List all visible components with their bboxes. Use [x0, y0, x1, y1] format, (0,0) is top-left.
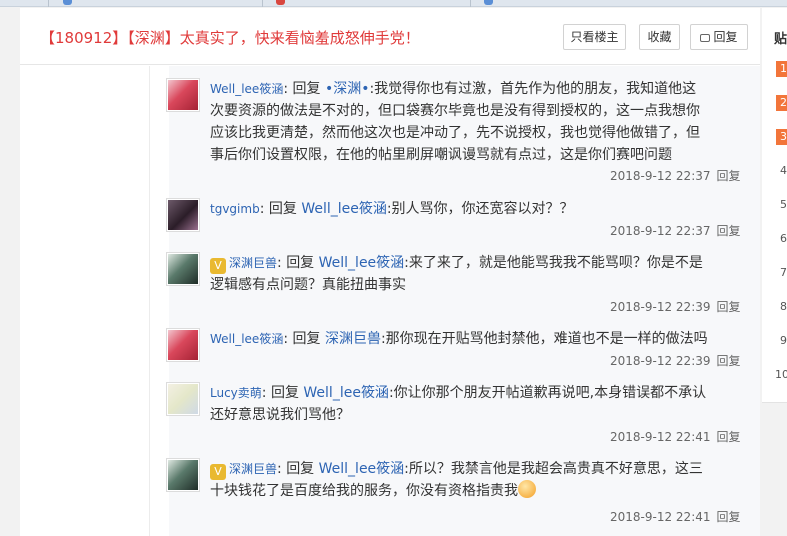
- reply-time: 2018-9-12 22:37: [610, 224, 711, 238]
- reply-link[interactable]: 回复: [717, 510, 741, 524]
- thread-title: 【180912】【深渊】太真实了，快来看恼羞成怒伸手党！: [40, 29, 420, 47]
- reply-username[interactable]: Well_lee筱涵: [210, 332, 283, 346]
- hot-posts-sidebar: 贴 1 2 3 4 5 6 7 8 9 10: [762, 8, 787, 403]
- tab-separator: [470, 0, 471, 7]
- reply-content: Lucy卖萌: 回复 Well_lee筱涵:你让你那个朋友开帖道歉再说吧,本身错…: [210, 382, 710, 426]
- reply-text: :来了来了，就是他能骂我我不能骂呗？你是不是逻辑感有点问题？真能扭曲事实: [210, 255, 703, 293]
- author-column: [20, 66, 150, 536]
- reply-word: 回复: [286, 255, 315, 271]
- reply-target-user[interactable]: Well_lee筱涵: [319, 255, 405, 271]
- reply-username[interactable]: 深渊巨兽: [229, 462, 277, 476]
- reply-time: 2018-9-12 22:39: [610, 300, 711, 314]
- reply-target-user[interactable]: Well_lee筱涵: [303, 385, 389, 401]
- avatar[interactable]: [166, 328, 200, 362]
- name-separator: :: [261, 385, 267, 401]
- reply-text: :所以？我禁言他是我超会高贵真不好意思，这三十块钱花了是百度给我的服务，你没有资…: [210, 461, 703, 499]
- thread-header: 【180912】【深渊】太真实了，快来看恼羞成怒伸手党！ 只看楼主 收藏 回复: [20, 8, 760, 65]
- reply-word: 回复: [292, 81, 321, 97]
- reply-time: 2018-9-12 22:41: [610, 430, 711, 444]
- reply-text: :别人骂你，你还宽容以对？？: [386, 201, 574, 217]
- reply-button-label: 回复: [713, 30, 738, 44]
- reply-button[interactable]: 回复: [690, 24, 748, 50]
- rank-number: 3: [776, 129, 787, 145]
- reply-username[interactable]: Lucy卖萌: [210, 386, 262, 400]
- avatar[interactable]: [166, 382, 200, 416]
- rank-number: 2: [776, 95, 787, 111]
- reply-content: V 深渊巨兽: 回复 Well_lee筱涵:所以？我禁言他是我超会高贵真不好意思，…: [210, 458, 710, 502]
- browser-tab-strip: [0, 0, 787, 7]
- tab-favicon-icon[interactable]: [63, 0, 72, 5]
- reply-link[interactable]: 回复: [717, 430, 741, 444]
- reply-meta: 2018-9-12 22:37 回复: [610, 167, 741, 184]
- name-separator: :: [283, 331, 289, 347]
- reply-username[interactable]: Well_lee筱涵: [210, 82, 283, 96]
- vip-badge-icon: V: [210, 464, 226, 480]
- name-separator: :: [277, 255, 282, 271]
- reply-word: 回复: [292, 331, 321, 347]
- rank-number: 7: [780, 266, 787, 279]
- avatar[interactable]: [166, 458, 200, 492]
- reply-content: tgvgimb: 回复 Well_lee筱涵:别人骂你，你还宽容以对？？: [210, 198, 710, 220]
- reply-link[interactable]: 回复: [717, 169, 741, 183]
- rank-number: 1: [776, 61, 787, 77]
- reply-meta: 2018-9-12 22:41 回复: [610, 428, 741, 445]
- vip-badge-icon: V: [210, 258, 226, 274]
- reply-link[interactable]: 回复: [717, 300, 741, 314]
- reply-content: Well_lee筱涵: 回复 深渊巨兽:那你现在开贴骂他封禁他，难道也不是一样的…: [210, 328, 710, 350]
- name-separator: :: [277, 461, 282, 477]
- rank-number: 6: [780, 232, 787, 245]
- rank-number: 9: [780, 334, 787, 347]
- reply-time: 2018-9-12 22:41: [610, 510, 711, 524]
- reply-content: V 深渊巨兽: 回复 Well_lee筱涵:来了来了，就是他能骂我我不能骂呗？你是…: [210, 252, 710, 296]
- avatar[interactable]: [166, 252, 200, 286]
- reply-word: 回复: [268, 201, 297, 217]
- reply-time: 2018-9-12 22:37: [610, 169, 711, 183]
- reply-meta: 2018-9-12 22:37 回复: [610, 222, 741, 239]
- rank-number: 10: [775, 368, 787, 381]
- tab-separator: [48, 0, 49, 7]
- name-separator: :: [259, 201, 265, 217]
- reply-meta: 2018-9-12 22:41 回复: [610, 508, 741, 525]
- rank-number: 8: [780, 300, 787, 313]
- reply-username[interactable]: tgvgimb: [210, 202, 260, 216]
- reply-meta: 2018-9-12 22:39 回复: [610, 352, 741, 369]
- tab-favicon-icon[interactable]: [484, 0, 493, 5]
- reply-meta: 2018-9-12 22:39 回复: [610, 298, 741, 315]
- only-owner-button[interactable]: 只看楼主: [563, 24, 626, 50]
- reply-icon: [700, 34, 711, 42]
- avatar[interactable]: [166, 198, 200, 232]
- tab-favicon-icon[interactable]: [276, 0, 285, 5]
- name-separator: :: [283, 81, 289, 97]
- favorite-button[interactable]: 收藏: [639, 24, 680, 50]
- smiley-emoji-icon: [518, 480, 536, 498]
- reply-link[interactable]: 回复: [717, 354, 741, 368]
- reply-username[interactable]: 深渊巨兽: [229, 256, 277, 270]
- reply-target-user[interactable]: Well_lee筱涵: [301, 201, 387, 217]
- reply-target-user[interactable]: Well_lee筱涵: [319, 461, 405, 477]
- sidebar-title: 贴: [774, 32, 787, 47]
- avatar[interactable]: [166, 78, 200, 112]
- rank-number: 4: [780, 164, 787, 177]
- reply-time: 2018-9-12 22:39: [610, 354, 711, 368]
- reply-content: Well_lee筱涵: 回复 •深渊•:我觉得你也有过激，首先作为他的朋友，我知…: [210, 78, 710, 166]
- reply-word: 回复: [270, 385, 299, 401]
- reply-target-user[interactable]: •深渊•: [325, 81, 370, 97]
- tab-separator: [262, 0, 263, 7]
- reply-link[interactable]: 回复: [717, 224, 741, 238]
- rank-number: 5: [780, 198, 787, 211]
- reply-target-user[interactable]: 深渊巨兽: [325, 331, 381, 347]
- reply-word: 回复: [286, 461, 315, 477]
- reply-text: :那你现在开贴骂他封禁他，难道也不是一样的做法吗: [380, 331, 708, 347]
